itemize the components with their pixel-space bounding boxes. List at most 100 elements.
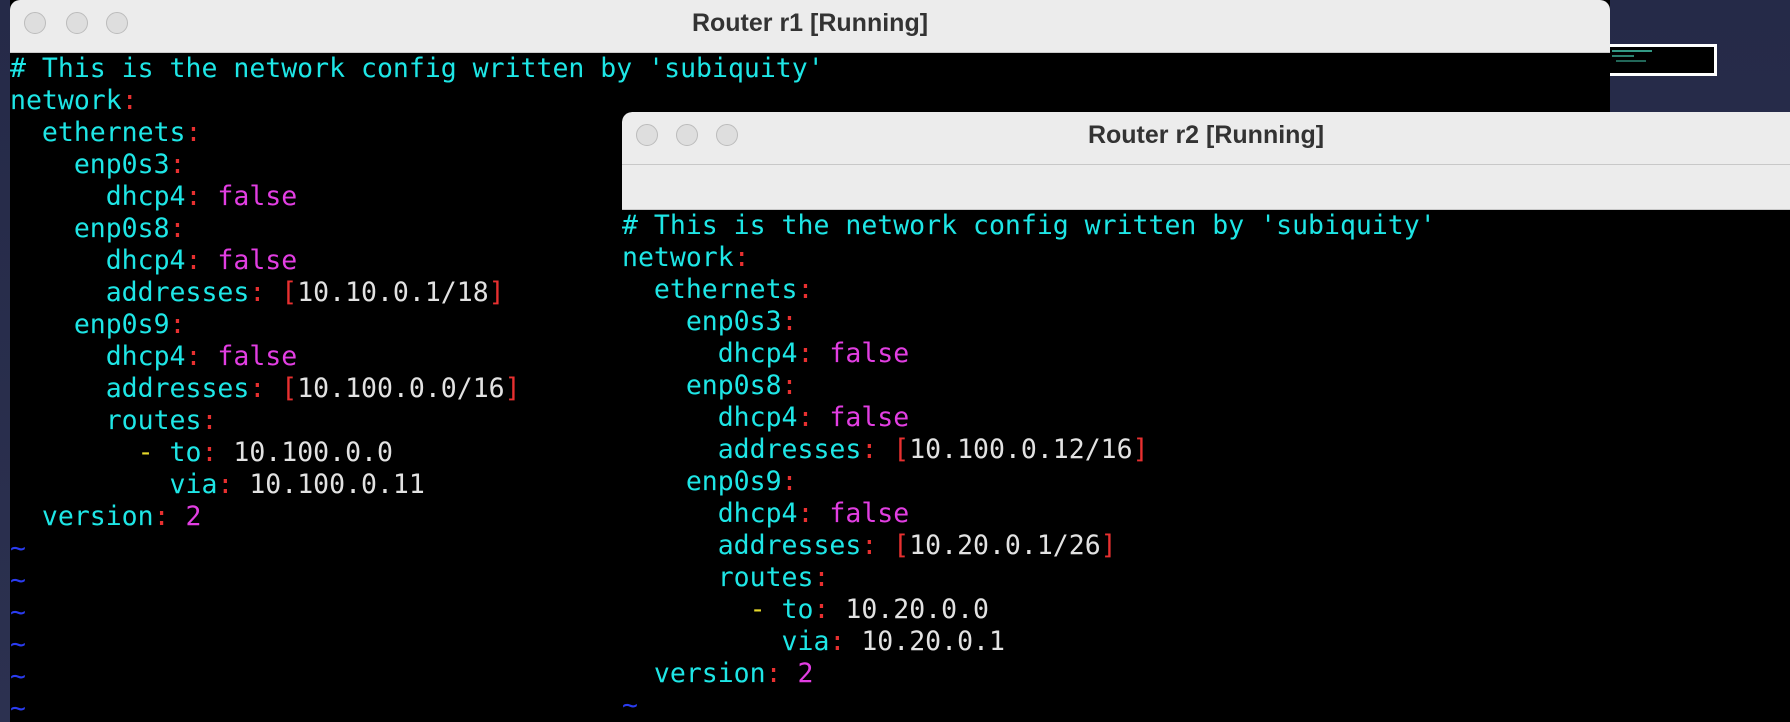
terminal-text: to [169, 437, 202, 468]
terminal-text: : [829, 626, 862, 657]
terminal-text: : [781, 370, 798, 401]
terminal-text: : [185, 181, 218, 212]
terminal-line: ethernets: [622, 274, 1790, 306]
terminal-line: dhcp4: false [622, 402, 1790, 434]
terminal-text: routes [10, 405, 202, 436]
terminal-text: dhcp4 [622, 498, 798, 529]
terminal-text: ~ [622, 690, 638, 721]
terminal-text: 10.20.0.1 [861, 626, 1005, 657]
terminal-text: : [121, 85, 138, 116]
terminal-line: network: [622, 242, 1790, 274]
terminal-text: : [201, 405, 218, 436]
terminal-text: false [829, 498, 910, 529]
window-titlebar[interactable]: Router r1 [Running] [10, 0, 1610, 53]
terminal-text: 10.100.0.12/16 [909, 434, 1133, 465]
terminal-text: : [ [249, 373, 298, 404]
terminal-text: : [ [861, 530, 910, 561]
terminal-text: false [217, 341, 298, 372]
terminal-text: : [813, 594, 846, 625]
terminal-text: dhcp4 [10, 341, 186, 372]
terminal-line: dhcp4: false [622, 338, 1790, 370]
terminal-text: 10.10.0.1/18 [297, 277, 489, 308]
terminal-text: enp0s3 [10, 149, 170, 180]
terminal-text: 10.20.0.1/26 [909, 530, 1101, 561]
terminal-text: : [169, 309, 186, 340]
terminal-text: : [ [861, 434, 910, 465]
terminal-text: 10.100.0.0 [233, 437, 393, 468]
terminal-text: network [622, 242, 734, 273]
terminal-text: network [10, 85, 122, 116]
terminal-text: enp0s9 [10, 309, 170, 340]
terminal-text: # This is the network config written by … [10, 53, 824, 84]
window-title: Router r2 [Running] [1087, 121, 1325, 149]
terminal-text: version [10, 501, 154, 532]
terminal-line: dhcp4: false [622, 498, 1790, 530]
terminal-text: : [185, 341, 218, 372]
terminal-text: : [797, 498, 830, 529]
terminal-text: routes [622, 562, 814, 593]
window-toolbar [622, 165, 1790, 210]
terminal-text: ethernets [10, 117, 186, 148]
window-title: Router r1 [Running] [691, 9, 929, 37]
terminal-text: ethernets [622, 274, 798, 305]
terminal-text: addresses [10, 277, 250, 308]
desktop: Router r1 [Running] # This is the networ… [0, 0, 1790, 722]
terminal-text: false [217, 181, 298, 212]
terminal-text: : [797, 402, 830, 433]
terminal-text: 10.100.0.11 [249, 469, 425, 500]
terminal-text: : [185, 117, 202, 148]
terminal-text: false [829, 338, 910, 369]
terminal-text: false [217, 245, 298, 276]
terminal-text: 2 [797, 658, 814, 689]
terminal-text: - [10, 437, 170, 468]
terminal-text: : [185, 245, 218, 276]
window-thumbnail[interactable] [1605, 44, 1717, 76]
terminal-text: dhcp4 [622, 338, 798, 369]
terminal-text: 10.100.0.0/16 [297, 373, 505, 404]
terminal-text: addresses [10, 373, 250, 404]
terminal-text: : [813, 562, 830, 593]
terminal-text: - [622, 594, 782, 625]
terminal-text: ~ [10, 533, 26, 564]
terminal-text: dhcp4 [10, 245, 186, 276]
terminal-text: : [781, 466, 798, 497]
terminal-text: enp0s3 [622, 306, 782, 337]
terminal-screen[interactable]: # This is the network config written by … [622, 210, 1790, 722]
terminal-text: 2 [185, 501, 202, 532]
terminal-text: dhcp4 [622, 402, 798, 433]
terminal-text: ] [488, 277, 505, 308]
terminal-text: to [781, 594, 814, 625]
terminal-text: ~ [10, 693, 26, 722]
terminal-line: - to: 10.20.0.0 [622, 594, 1790, 626]
terminal-text: version [622, 658, 766, 689]
terminal-text: : [169, 213, 186, 244]
terminal-text: addresses [622, 530, 862, 561]
terminal-text: # This is the network config written by … [622, 210, 1436, 241]
terminal-text: : [153, 501, 186, 532]
terminal-line: addresses: [10.100.0.12/16] [622, 434, 1790, 466]
terminal-text: : [797, 274, 814, 305]
terminal-text: : [733, 242, 750, 273]
terminal-text: enp0s9 [622, 466, 782, 497]
terminal-text: : [217, 469, 250, 500]
terminal-text: : [169, 149, 186, 180]
terminal-text: dhcp4 [10, 181, 186, 212]
terminal-text: : [201, 437, 234, 468]
terminal-line: enp0s3: [622, 306, 1790, 338]
terminal-line: addresses: [10.20.0.1/26] [622, 530, 1790, 562]
terminal-text: ~ [10, 565, 26, 596]
terminal-line: # This is the network config written by … [622, 210, 1790, 242]
terminal-text: ~ [10, 629, 26, 660]
terminal-line: enp0s9: [622, 466, 1790, 498]
terminal-text: ~ [10, 597, 26, 628]
terminal-text: enp0s8 [10, 213, 170, 244]
empty-line-tilde: ~ [622, 690, 1790, 722]
vm-window-router-r2[interactable]: Router r2 [Running] # This is the networ… [622, 112, 1790, 722]
terminal-text: 10.20.0.0 [845, 594, 989, 625]
window-titlebar[interactable]: Router r2 [Running] [622, 112, 1790, 165]
terminal-text: via [622, 626, 830, 657]
terminal-text: false [829, 402, 910, 433]
terminal-line: via: 10.20.0.1 [622, 626, 1790, 658]
terminal-text: enp0s8 [622, 370, 782, 401]
terminal-text: : [765, 658, 798, 689]
